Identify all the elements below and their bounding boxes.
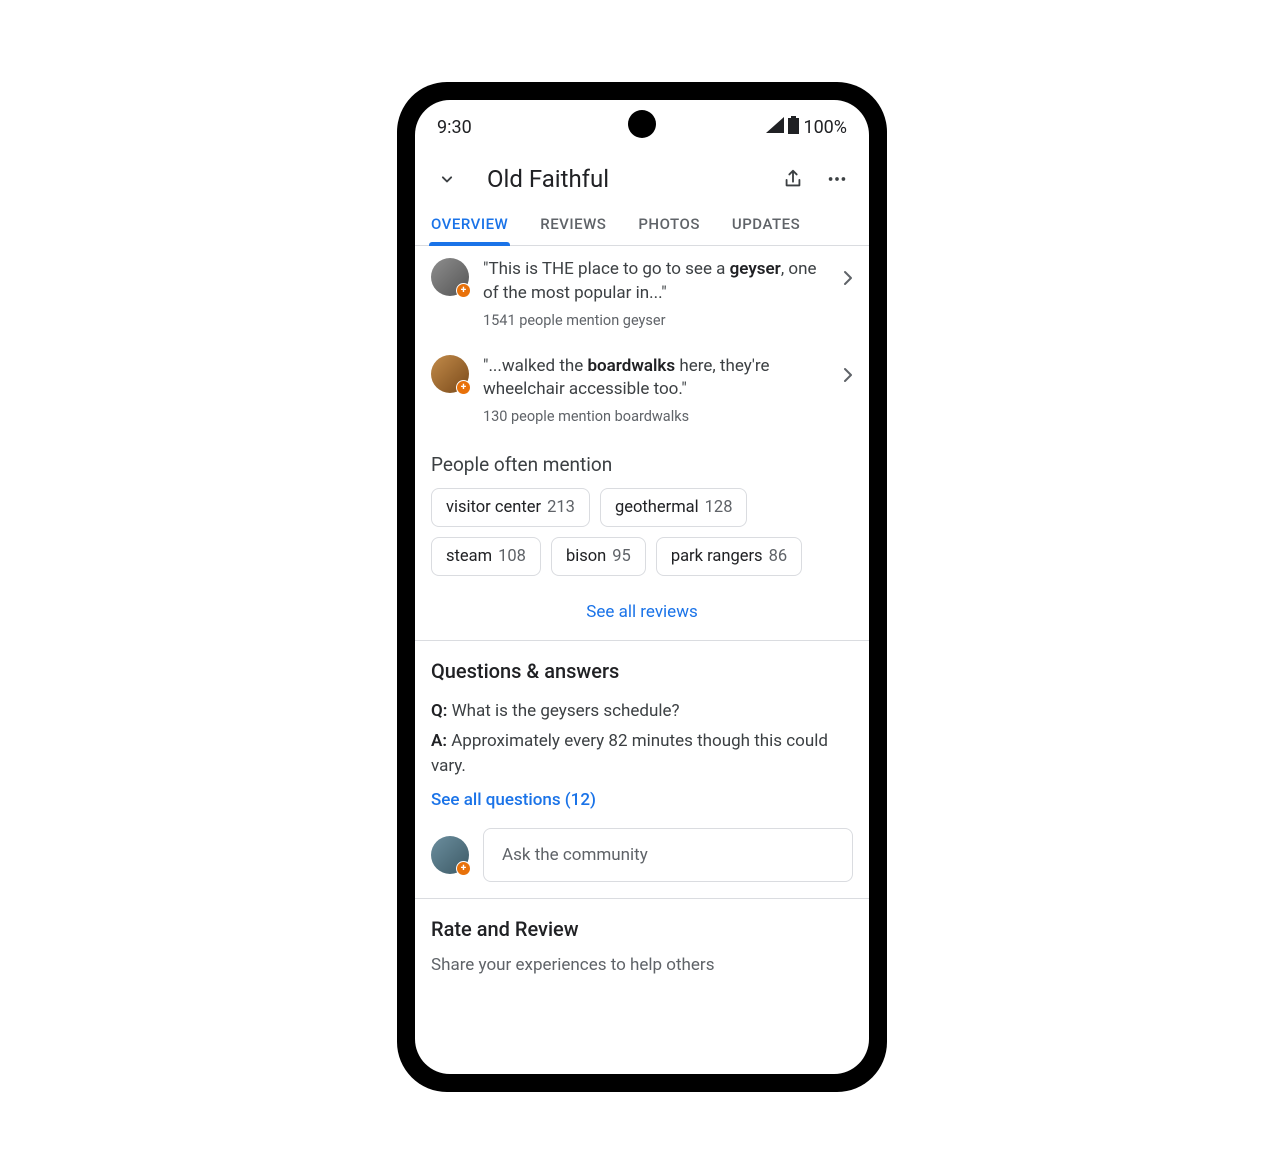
mention-chip[interactable]: bison95 [551, 537, 646, 576]
collapse-button[interactable] [433, 165, 461, 193]
more-button[interactable] [823, 165, 851, 193]
tab-updates[interactable]: UPDATES [730, 205, 802, 245]
more-icon [826, 168, 848, 190]
mentions-title: People often mention [415, 439, 869, 488]
battery-icon [788, 116, 799, 139]
qa-question: Q: What is the geysers schedule? [431, 699, 853, 725]
see-all-questions-link[interactable]: See all questions (12) [431, 790, 853, 810]
see-all-reviews-link[interactable]: See all reviews [415, 590, 869, 640]
qa-title: Questions & answers [431, 659, 853, 683]
mention-chip[interactable]: visitor center213 [431, 488, 590, 527]
qa-answer: A: Approximately every 82 minutes though… [431, 729, 853, 780]
status-right: 100% [766, 116, 847, 139]
ask-community-input[interactable]: Ask the community [483, 828, 853, 882]
rate-section: Rate and Review Share your experiences t… [415, 899, 869, 975]
snippet-body: "This is THE place to go to see a geyser… [483, 258, 829, 329]
user-avatar: + [431, 836, 469, 874]
ask-row: + Ask the community [431, 828, 853, 882]
snippet-sub: 1541 people mention geyser [483, 312, 829, 329]
local-guide-badge-icon: + [456, 861, 471, 876]
rate-subtitle: Share your experiences to help others [431, 955, 853, 975]
phone-frame: 9:30 100% Old Faithful [397, 82, 887, 1092]
snippet-body: "...walked the boardwalks here, they're … [483, 355, 829, 426]
status-time: 9:30 [437, 117, 472, 138]
content-scroll[interactable]: + "This is THE place to go to see a geys… [415, 246, 869, 1060]
page-title: Old Faithful [487, 165, 763, 193]
screen: 9:30 100% Old Faithful [415, 100, 869, 1074]
avatar: + [431, 355, 469, 393]
battery-text: 100% [803, 117, 847, 138]
tab-photos[interactable]: PHOTOS [636, 205, 702, 245]
mention-chip[interactable]: steam108 [431, 537, 541, 576]
share-icon [782, 168, 804, 190]
chevron-right-icon [843, 367, 853, 387]
chevron-right-icon [843, 270, 853, 290]
snippet-sub: 130 people mention boardwalks [483, 408, 829, 425]
camera-notch [628, 110, 656, 138]
share-button[interactable] [779, 165, 807, 193]
snippet-text: "...walked the boardwalks here, they're … [483, 355, 829, 403]
local-guide-badge-icon: + [456, 380, 471, 395]
chevron-down-icon [437, 169, 457, 189]
mention-chip[interactable]: geothermal128 [600, 488, 748, 527]
rate-title: Rate and Review [431, 917, 853, 941]
tab-overview[interactable]: OVERVIEW [429, 205, 510, 245]
qa-section: Questions & answers Q: What is the geyse… [415, 641, 869, 898]
header: Old Faithful [415, 147, 869, 205]
local-guide-badge-icon: + [456, 283, 471, 298]
mention-chip[interactable]: park rangers86 [656, 537, 802, 576]
tab-reviews[interactable]: REVIEWS [538, 205, 608, 245]
review-snippet[interactable]: + "...walked the boardwalks here, they'r… [415, 343, 869, 440]
signal-icon [766, 117, 784, 138]
mention-chips: visitor center213 geothermal128 steam108… [415, 488, 869, 590]
snippet-text: "This is THE place to go to see a geyser… [483, 258, 829, 306]
review-snippet[interactable]: + "This is THE place to go to see a geys… [415, 246, 869, 343]
avatar: + [431, 258, 469, 296]
tabs: OVERVIEW REVIEWS PHOTOS UPDATES [415, 205, 869, 246]
